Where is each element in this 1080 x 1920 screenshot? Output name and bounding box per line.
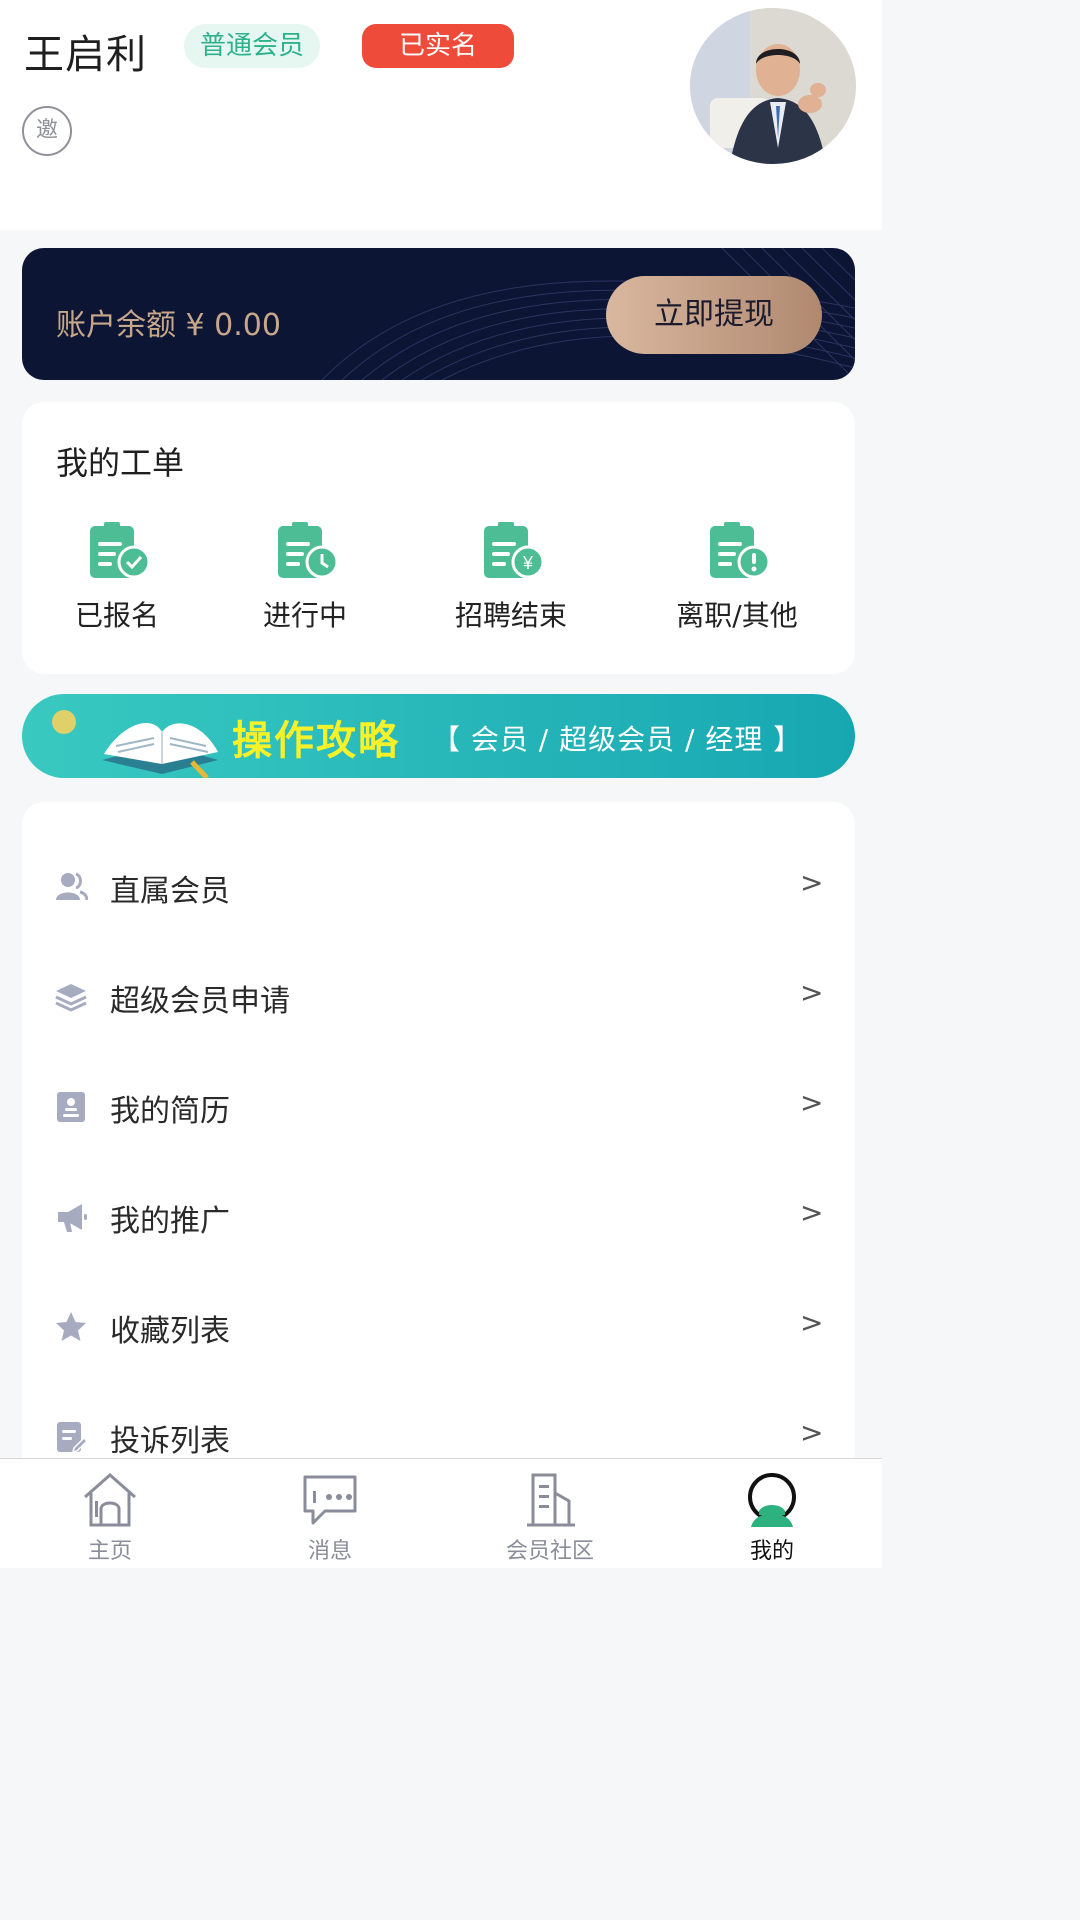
balance-amount: 账户余额 ¥ 0.00 <box>56 308 281 343</box>
chevron-right-icon: > <box>800 1416 824 1449</box>
guide-subtitle: 【 会员 / 超级会员 / 经理 】 <box>432 723 803 756</box>
verified-badge: 已实名 <box>362 24 514 68</box>
work-orders-title: 我的工单 <box>56 444 185 482</box>
profile-header: 王启利 普通会员 已实名 邀 <box>0 0 882 230</box>
work-order-resigned[interactable]: 离职/其他 <box>642 520 832 634</box>
building-icon <box>527 1473 575 1527</box>
tab-member-community[interactable]: 会员社区 <box>480 1471 620 1565</box>
guide-title: 操作攻略 <box>232 718 400 764</box>
menu-item-label: 直属会员 <box>110 874 230 909</box>
chevron-right-icon: > <box>800 1306 824 1339</box>
complaint-icon <box>57 1422 88 1454</box>
user-name: 王启利 <box>24 32 147 78</box>
menu-item-super-member-apply[interactable]: 超级会员申请 > <box>22 942 855 1052</box>
tab-home[interactable]: 主页 <box>40 1471 180 1565</box>
menu-item-label: 收藏列表 <box>110 1314 230 1349</box>
menu-item-label: 投诉列表 <box>110 1424 230 1459</box>
work-order-in-progress[interactable]: 进行中 <box>210 520 400 634</box>
menu-item-direct-members[interactable]: 直属会员 > <box>22 832 855 942</box>
work-order-label: 离职/其他 <box>676 599 798 632</box>
tab-mine[interactable]: 我的 <box>702 1471 842 1565</box>
profile-icon <box>748 1473 796 1527</box>
book-icon <box>52 710 218 778</box>
tab-label: 消息 <box>307 1539 352 1564</box>
bottom-tab-bar: 主页 消息 会员社区 我的 <box>0 1458 882 1568</box>
menu-item-label: 我的推广 <box>110 1204 230 1239</box>
tab-label: 主页 <box>87 1539 132 1564</box>
svg-text:¥: ¥ <box>522 553 534 573</box>
users-icon <box>56 872 88 901</box>
chevron-right-icon: > <box>800 1086 824 1119</box>
resume-icon <box>57 1092 85 1122</box>
work-order-label: 进行中 <box>262 599 347 632</box>
menu-item-label: 我的简历 <box>110 1094 230 1129</box>
menu-item-my-resume[interactable]: 我的简历 > <box>22 1052 855 1162</box>
menu-item-favorites[interactable]: 收藏列表 > <box>22 1272 855 1382</box>
member-level-badge: 普通会员 <box>184 24 321 68</box>
balance-card: 账户余额 ¥ 0.00 立即提现 <box>22 248 855 380</box>
star-icon <box>56 1312 86 1341</box>
tab-messages[interactable]: 消息 <box>260 1471 400 1565</box>
message-icon <box>303 1475 357 1525</box>
work-order-label: 招聘结束 <box>454 599 567 632</box>
clipboard-check-icon <box>90 522 151 579</box>
work-order-registered[interactable]: 已报名 <box>22 520 212 634</box>
tab-label: 会员社区 <box>505 1539 594 1564</box>
clipboard-yen-icon: ¥ <box>484 522 545 579</box>
clipboard-alert-icon <box>710 522 771 579</box>
chevron-right-icon: > <box>800 1196 824 1229</box>
chevron-right-icon: > <box>800 866 824 899</box>
avatar[interactable] <box>690 8 856 164</box>
clipboard-clock-icon <box>278 522 339 579</box>
chevron-right-icon: > <box>800 976 824 1009</box>
menu-list: 直属会员 > 超级会员申请 > 我的简历 > 我的推广 > 收藏列表 > 投诉列… <box>22 802 855 1502</box>
invite-icon[interactable]: 邀 <box>22 106 72 156</box>
layers-icon <box>55 984 87 1012</box>
megaphone-icon <box>58 1204 87 1232</box>
work-orders-card: 我的工单 已报名 进行中 ¥ 招聘结束 离职/其他 <box>22 402 855 674</box>
work-order-label: 已报名 <box>74 599 159 632</box>
guide-banner[interactable]: 操作攻略 【 会员 / 超级会员 / 经理 】 <box>22 694 855 778</box>
menu-item-label: 超级会员申请 <box>110 984 290 1019</box>
tab-label: 我的 <box>749 1539 794 1564</box>
home-icon <box>84 1473 136 1527</box>
withdraw-button[interactable]: 立即提现 <box>606 276 822 354</box>
menu-item-my-promotion[interactable]: 我的推广 > <box>22 1162 855 1272</box>
work-order-finished[interactable]: ¥ 招聘结束 <box>416 520 606 634</box>
